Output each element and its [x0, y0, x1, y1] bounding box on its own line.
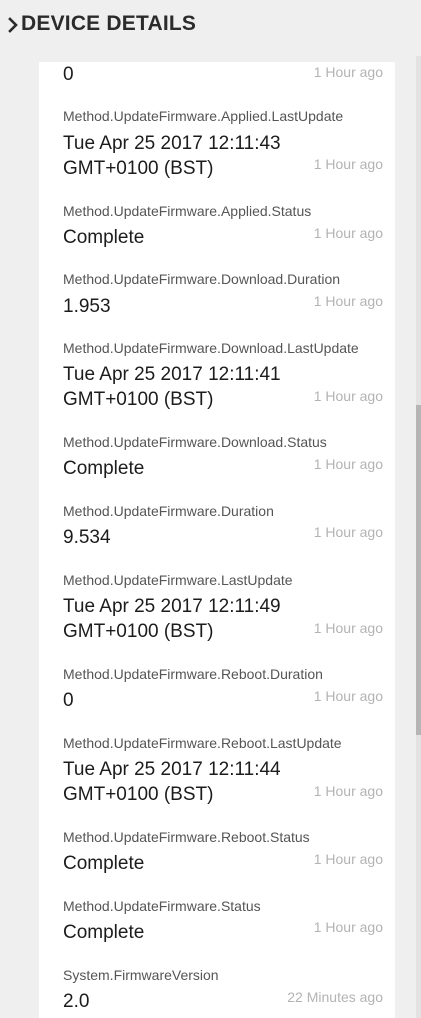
- property-name: Method.UpdateFirmware.Reboot.LastUpdate: [63, 735, 342, 751]
- property-value: Complete: [63, 458, 145, 479]
- property-name: Method.UpdateFirmware.Download.Status: [63, 434, 327, 450]
- property-timestamp: 1 Hour ago: [313, 156, 383, 172]
- property-timestamp: 1 Hour ago: [313, 524, 383, 540]
- device-properties-list: 0 1 Hour ago Method.UpdateFirmware.Appli…: [39, 62, 395, 1018]
- property-value: 2.0: [63, 991, 90, 1012]
- property-name: Method.UpdateFirmware.Download.Duration: [63, 271, 341, 287]
- property-timestamp: 1 Hour ago: [313, 293, 383, 309]
- property-name: Method.UpdateFirmware.Status: [63, 898, 261, 914]
- property-value: Complete: [63, 853, 145, 874]
- property-timestamp: 1 Hour ago: [313, 919, 383, 935]
- property-value: 9.534: [63, 527, 111, 548]
- chevron-right-icon[interactable]: [8, 15, 20, 35]
- panel-header[interactable]: DEVICE DETAILS: [0, 0, 421, 56]
- property-timestamp: 1 Hour ago: [313, 456, 383, 472]
- property-name: Method.UpdateFirmware.LastUpdate: [63, 572, 293, 588]
- property-name: System.FirmwareVersion: [63, 967, 219, 983]
- property-value: 0: [63, 690, 74, 711]
- property-value: 1.953: [63, 296, 111, 317]
- property-value: 0: [63, 64, 74, 85]
- property-name: Method.UpdateFirmware.Applied.Status: [63, 203, 312, 219]
- property-value: Tue Apr 25 2017 12:11:44 GMT+0100 (BST): [63, 759, 281, 805]
- property-value: Tue Apr 25 2017 12:11:41 GMT+0100 (BST): [63, 364, 281, 410]
- property-value: Tue Apr 25 2017 12:11:43 GMT+0100 (BST): [63, 133, 281, 179]
- scrollbar-thumb[interactable]: [416, 405, 421, 735]
- property-name: Method.UpdateFirmware.Download.LastUpdat…: [63, 340, 359, 356]
- property-timestamp: 1 Hour ago: [313, 783, 383, 799]
- property-timestamp: 1 Hour ago: [313, 620, 383, 636]
- property-timestamp: 1 Hour ago: [313, 688, 383, 704]
- page-title: DEVICE DETAILS: [21, 12, 197, 35]
- property-name: Method.UpdateFirmware.Reboot.Duration: [63, 666, 323, 682]
- property-name: Method.UpdateFirmware.Duration: [63, 503, 274, 519]
- property-timestamp: 22 Minutes ago: [287, 989, 383, 1005]
- property-timestamp: 1 Hour ago: [313, 851, 383, 867]
- property-value: Complete: [63, 227, 145, 248]
- property-name: Method.UpdateFirmware.Applied.LastUpdate: [63, 108, 344, 124]
- property-timestamp: 1 Hour ago: [313, 225, 383, 241]
- property-value: Complete: [63, 922, 145, 943]
- property-timestamp: 1 Hour ago: [313, 388, 383, 404]
- property-name: Method.UpdateFirmware.Reboot.Status: [63, 829, 310, 845]
- property-timestamp: 1 Hour ago: [313, 64, 383, 80]
- property-value: Tue Apr 25 2017 12:11:49 GMT+0100 (BST): [63, 596, 281, 642]
